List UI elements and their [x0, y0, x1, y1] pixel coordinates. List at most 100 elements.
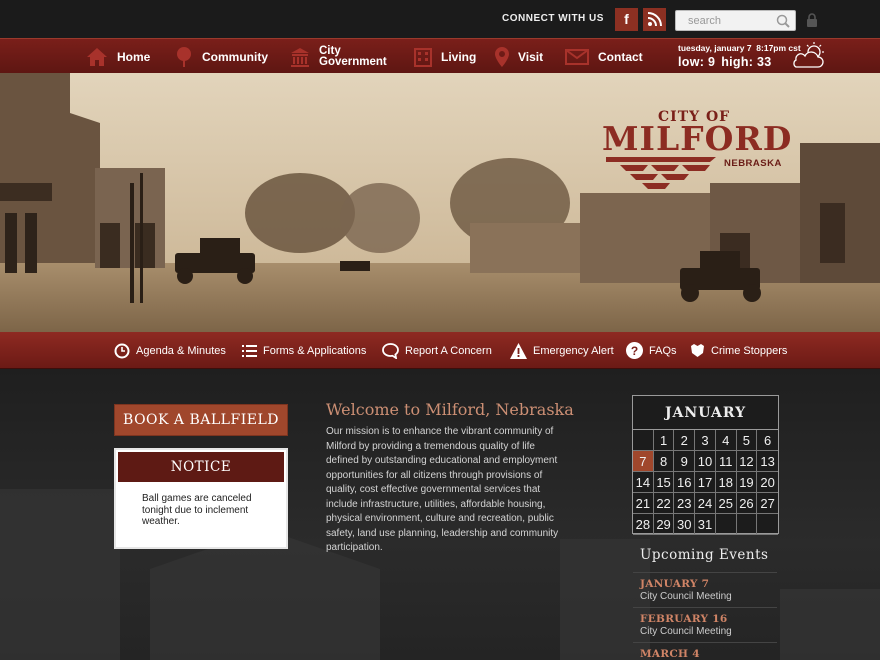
calendar-day[interactable]: 22 [653, 493, 675, 514]
search-input[interactable] [676, 11, 772, 30]
quick-link-report[interactable]: Report A Concern [382, 332, 492, 369]
calendar-day[interactable]: 20 [757, 472, 778, 493]
capitol-icon [291, 47, 309, 67]
connect-label: CONNECT WITH US [502, 13, 604, 24]
calendar-day[interactable]: 4 [715, 430, 737, 451]
envelope-icon [565, 48, 589, 65]
quick-link-agenda-label: Agenda & Minutes [136, 344, 226, 357]
logo-nebraska: NEBRASKA [724, 158, 782, 169]
calendar-day[interactable]: 16 [674, 472, 696, 493]
calendar-day[interactable]: 17 [695, 472, 716, 493]
tree-icon [177, 46, 191, 67]
calendar-day[interactable]: 8 [653, 451, 675, 472]
calendar-empty-cell [757, 514, 778, 535]
quick-links-bar: Agenda & Minutes Forms & Applications Re… [0, 332, 880, 369]
nav-city-label: City [319, 44, 341, 57]
notice-box: NOTICE Ball games are canceled tonight d… [114, 448, 288, 549]
calendar-day[interactable]: 3 [695, 430, 716, 451]
event-item[interactable]: MARCH 4 [633, 642, 777, 660]
notice-title: NOTICE [118, 452, 284, 482]
calendar-day[interactable]: 19 [736, 472, 758, 493]
calendar-day[interactable]: 23 [674, 493, 696, 514]
calendar-grid: 1 2 3 4 5 6 7 8 9 10 11 12 13 14 15 16 17 18 19 20 21 22 23 24 2… [633, 430, 778, 535]
nav-home-label: Home [117, 49, 151, 64]
nav-home[interactable]: Home [86, 39, 150, 74]
quick-link-forms[interactable]: Forms & Applications [242, 332, 366, 369]
calendar-empty-cell [633, 430, 654, 451]
event-date: JANUARY 7 [640, 578, 710, 590]
calendar-day[interactable]: 24 [695, 493, 716, 514]
speech-bubble-icon [382, 342, 399, 359]
quick-link-faqs[interactable]: ? FAQs [626, 332, 677, 369]
nav-living-label: Living [441, 49, 477, 64]
calendar-day[interactable]: 26 [736, 493, 758, 514]
calendar-day[interactable]: 13 [757, 451, 778, 472]
events-title: Upcoming Events [640, 547, 769, 563]
calendar-day[interactable]: 2 [674, 430, 696, 451]
calendar-day[interactable]: 15 [653, 472, 675, 493]
book-ballfield-button[interactable]: BOOK A BALLFIELD [114, 404, 288, 436]
clock-icon [114, 343, 130, 358]
calendar-day[interactable]: 28 [633, 514, 654, 535]
weather-low: low: 9 [678, 55, 716, 69]
nav-visit-label: Visit [518, 49, 544, 64]
event-date: FEBRUARY 16 [640, 613, 728, 625]
nav-government-label: Government [319, 55, 387, 68]
calendar-day[interactable]: 12 [736, 451, 758, 472]
calendar-day[interactable]: 30 [674, 514, 696, 535]
nav-contact[interactable]: Contact [565, 39, 643, 74]
calendar-day[interactable]: 29 [653, 514, 675, 535]
building-icon [414, 47, 432, 67]
nav-contact-label: Contact [598, 49, 643, 64]
quick-link-crime-stoppers[interactable]: Crime Stoppers [690, 332, 787, 369]
welcome-text: Our mission is to enhance the vibrant co… [326, 426, 559, 553]
quick-link-agenda[interactable]: Agenda & Minutes [114, 332, 226, 369]
event-item[interactable]: FEBRUARY 16 City Council Meeting [633, 607, 777, 637]
calendar-day[interactable]: 18 [715, 472, 737, 493]
calendar-empty-cell [715, 514, 737, 535]
event-name: City Council Meeting [640, 626, 732, 637]
calendar-day[interactable]: 9 [674, 451, 696, 472]
calendar-day[interactable]: 14 [633, 472, 654, 493]
calendar-day[interactable]: 27 [757, 493, 778, 514]
hero-banner: CITY OF MILFORD NEBRASKA [0, 73, 880, 332]
search-icon[interactable] [775, 13, 791, 29]
calendar-day[interactable]: 25 [715, 493, 737, 514]
nav-city-government[interactable]: City Government [290, 39, 387, 74]
quick-link-crime-label: Crime Stoppers [711, 344, 788, 357]
nav-community-label: Community [202, 49, 268, 64]
lock-icon[interactable] [804, 12, 820, 28]
event-name: City Council Meeting [640, 591, 732, 602]
calendar-day[interactable]: 6 [757, 430, 778, 451]
quick-link-forms-label: Forms & Applications [263, 344, 367, 357]
calendar-day[interactable]: 7 [633, 451, 654, 472]
city-logo[interactable]: CITY OF MILFORD NEBRASKA [596, 105, 792, 195]
warning-icon [510, 342, 527, 359]
nav-community[interactable]: Community [175, 39, 268, 74]
svg-text:?: ? [631, 344, 638, 358]
logo-milford: MILFORD [602, 119, 793, 158]
calendar-day[interactable]: 21 [633, 493, 654, 514]
nav-living[interactable]: Living [414, 39, 476, 74]
calendar-empty-cell [736, 514, 758, 535]
calendar-day[interactable]: 10 [695, 451, 716, 472]
facebook-icon[interactable]: f [615, 8, 638, 31]
logo-brick-mark [606, 157, 716, 189]
calendar-day[interactable]: 31 [695, 514, 716, 535]
calendar-day[interactable]: 11 [715, 451, 737, 472]
top-bar: CONNECT WITH US f [0, 0, 880, 38]
quick-link-faqs-label: FAQs [649, 344, 677, 357]
calendar-day[interactable]: 5 [736, 430, 758, 451]
weather-high: high: 33 [721, 55, 772, 69]
nav-visit[interactable]: Visit [495, 39, 543, 74]
quick-link-emergency[interactable]: Emergency Alert [510, 332, 614, 369]
weather-date: tuesday, january 7 8:17pm cst [678, 43, 801, 53]
event-item[interactable]: JANUARY 7 City Council Meeting [633, 572, 777, 602]
badge-icon [691, 344, 704, 357]
calendar-day[interactable]: 1 [653, 430, 675, 451]
calendar: JANUARY 1 2 3 4 5 6 7 8 9 10 11 12 13 14 15 16 17 18 19 20 2… [632, 395, 779, 535]
rss-icon[interactable] [643, 8, 666, 31]
list-icon [242, 344, 257, 357]
partly-cloudy-icon [793, 42, 824, 68]
quick-link-report-label: Report A Concern [405, 344, 492, 357]
